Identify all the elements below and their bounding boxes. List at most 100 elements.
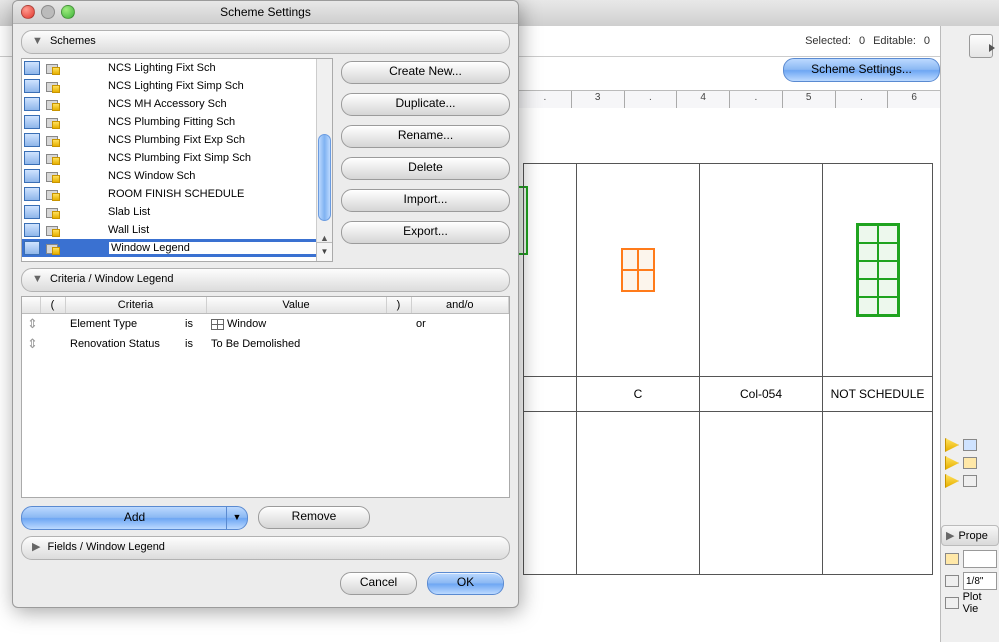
schedule-badge-icon (46, 98, 60, 110)
remove-criteria-button[interactable]: Remove (258, 506, 370, 529)
fields-section-header[interactable]: ▶ Fields / Window Legend (21, 536, 510, 560)
scrollbar-thumb[interactable] (318, 134, 331, 221)
schedule-icon (24, 79, 40, 93)
dialog-titlebar[interactable]: Scheme Settings (13, 1, 518, 24)
criteria-header-criteria[interactable]: Criteria (65, 297, 206, 314)
criteria-row[interactable]: ⇕ Renovation StatusisTo Be Demolished (22, 334, 509, 354)
criteria-header-open[interactable]: ( (40, 297, 65, 314)
scheme-item-label: ROOM FINISH SCHEDULE (108, 188, 332, 200)
schedule-badge-icon (46, 224, 60, 236)
minimize-window-button (41, 5, 55, 19)
chevron-down-icon[interactable]: ▼ (226, 507, 247, 529)
nav-item[interactable] (941, 472, 999, 490)
scheme-list-item[interactable]: ROOM FINISH SCHEDULE (22, 185, 332, 203)
scheme-item-label: NCS Lighting Fixt Sch (108, 62, 332, 74)
scheme-list-item[interactable]: NCS Lighting Fixt Simp Sch (22, 77, 332, 95)
schedule-grid: C Col-054 NOT SCHEDULE (523, 163, 933, 575)
criteria-op[interactable]: is (180, 314, 206, 335)
editable-label: Editable: (873, 35, 916, 47)
nav-item[interactable] (941, 454, 999, 472)
schedule-badge-icon (46, 170, 60, 182)
view-icon (945, 597, 959, 609)
ruler-tick: 6 (887, 91, 940, 109)
drag-handle-icon[interactable]: ⇕ (22, 334, 40, 354)
ruler-tick: . (835, 91, 888, 109)
scheme-settings-dialog: Scheme Settings ▼ Schemes NCS Lighting F… (12, 0, 519, 608)
criteria-section-header[interactable]: ▼ Criteria / Window Legend (21, 268, 510, 292)
right-side-panels: ▶Prope Plot Vie (940, 26, 999, 642)
add-criteria-button[interactable]: Add ▼ (21, 506, 248, 530)
schedule-icon (24, 223, 40, 237)
import-button[interactable]: Import... (341, 189, 510, 212)
scheme-settings-button[interactable]: Scheme Settings... (783, 58, 940, 82)
selected-count: 0 (859, 35, 865, 47)
schedule-icon (24, 61, 40, 75)
criteria-value[interactable]: Window (206, 314, 386, 335)
schedule-badge-icon (46, 152, 60, 164)
nav-item[interactable] (941, 436, 999, 454)
schedule-icon (24, 205, 40, 219)
criteria-andor[interactable]: or (411, 314, 508, 335)
scheme-list-item[interactable]: NCS Plumbing Fitting Sch (22, 113, 332, 131)
zoom-window-button[interactable] (61, 5, 75, 19)
criteria-name[interactable]: Element Type (65, 314, 180, 335)
schedule-icon (24, 133, 40, 147)
page-nav-icon[interactable] (969, 34, 993, 58)
scheme-item-label: NCS Plumbing Fitting Sch (108, 116, 332, 128)
criteria-andor[interactable] (411, 334, 508, 354)
schedule-icon (945, 553, 959, 565)
export-button[interactable]: Export... (341, 221, 510, 244)
cancel-button[interactable]: Cancel (340, 572, 417, 595)
properties-panel-header[interactable]: ▶Prope (941, 525, 999, 546)
chevron-down-icon: ▼ (32, 35, 43, 47)
scheme-list-item[interactable]: NCS MH Accessory Sch (22, 95, 332, 113)
editable-count: 0 (924, 35, 930, 47)
cell-label-c: C (577, 377, 700, 412)
property-field[interactable] (963, 550, 997, 568)
schedule-badge-icon (46, 206, 60, 218)
scale-field[interactable] (963, 572, 997, 590)
scheme-item-label: Wall List (108, 224, 332, 236)
scheme-item-label: NCS MH Accessory Sch (108, 98, 332, 110)
scheme-list-item[interactable]: NCS Window Sch (22, 167, 332, 185)
rename-button[interactable]: Rename... (341, 125, 510, 148)
scheme-list-item[interactable]: NCS Plumbing Fixt Exp Sch (22, 131, 332, 149)
scheme-list-item[interactable]: NCS Plumbing Fixt Simp Sch (22, 149, 332, 167)
ruler-tick: . (624, 91, 677, 109)
scheme-list-item[interactable]: Wall List (22, 221, 332, 239)
plot-view-label: Plot Vie (963, 591, 999, 615)
list-scrollbar[interactable]: ▲ ▼ (316, 59, 332, 261)
create-new-button[interactable]: Create New... (341, 61, 510, 84)
criteria-header-close[interactable]: ) (386, 297, 411, 314)
triangle-icon (945, 456, 959, 470)
layer-icon (963, 457, 977, 469)
dialog-title: Scheme Settings (220, 5, 311, 19)
schemes-list[interactable]: NCS Lighting Fixt Sch NCS Lighting Fixt S… (21, 58, 333, 262)
triangle-icon (945, 474, 959, 488)
delete-button[interactable]: Delete (341, 157, 510, 180)
schedule-icon (24, 151, 40, 165)
schedule-badge-icon (46, 116, 60, 128)
ok-button[interactable]: OK (427, 572, 504, 595)
criteria-row[interactable]: ⇕ Element TypeisWindow or (22, 314, 509, 335)
criteria-header-value[interactable]: Value (206, 297, 386, 314)
schemes-section-header[interactable]: ▼ Schemes (21, 30, 510, 54)
duplicate-button[interactable]: Duplicate... (341, 93, 510, 116)
close-window-button[interactable] (21, 5, 35, 19)
drag-handle-icon[interactable]: ⇕ (22, 314, 40, 335)
schedule-icon (24, 187, 40, 201)
criteria-table[interactable]: ( Criteria Value ) and/o ⇕ Element Typeis… (21, 296, 510, 498)
scheme-list-item[interactable]: NCS Lighting Fixt Sch (22, 59, 332, 77)
criteria-op[interactable]: is (180, 334, 206, 354)
scheme-list-item[interactable]: Window Legend (22, 239, 332, 257)
schedule-badge-icon (46, 62, 60, 74)
criteria-header-andor[interactable]: and/o (411, 297, 508, 314)
criteria-value[interactable]: To Be Demolished (206, 334, 386, 354)
schedule-canvas[interactable]: C Col-054 NOT SCHEDULE (518, 108, 940, 622)
list-dropdown-toggle[interactable]: ▼ (316, 242, 332, 261)
triangle-icon (945, 438, 959, 452)
schedule-icon (24, 241, 40, 255)
criteria-name[interactable]: Renovation Status (65, 334, 180, 354)
scheme-item-label: NCS Window Sch (108, 170, 332, 182)
scheme-list-item[interactable]: Slab List (22, 203, 332, 221)
